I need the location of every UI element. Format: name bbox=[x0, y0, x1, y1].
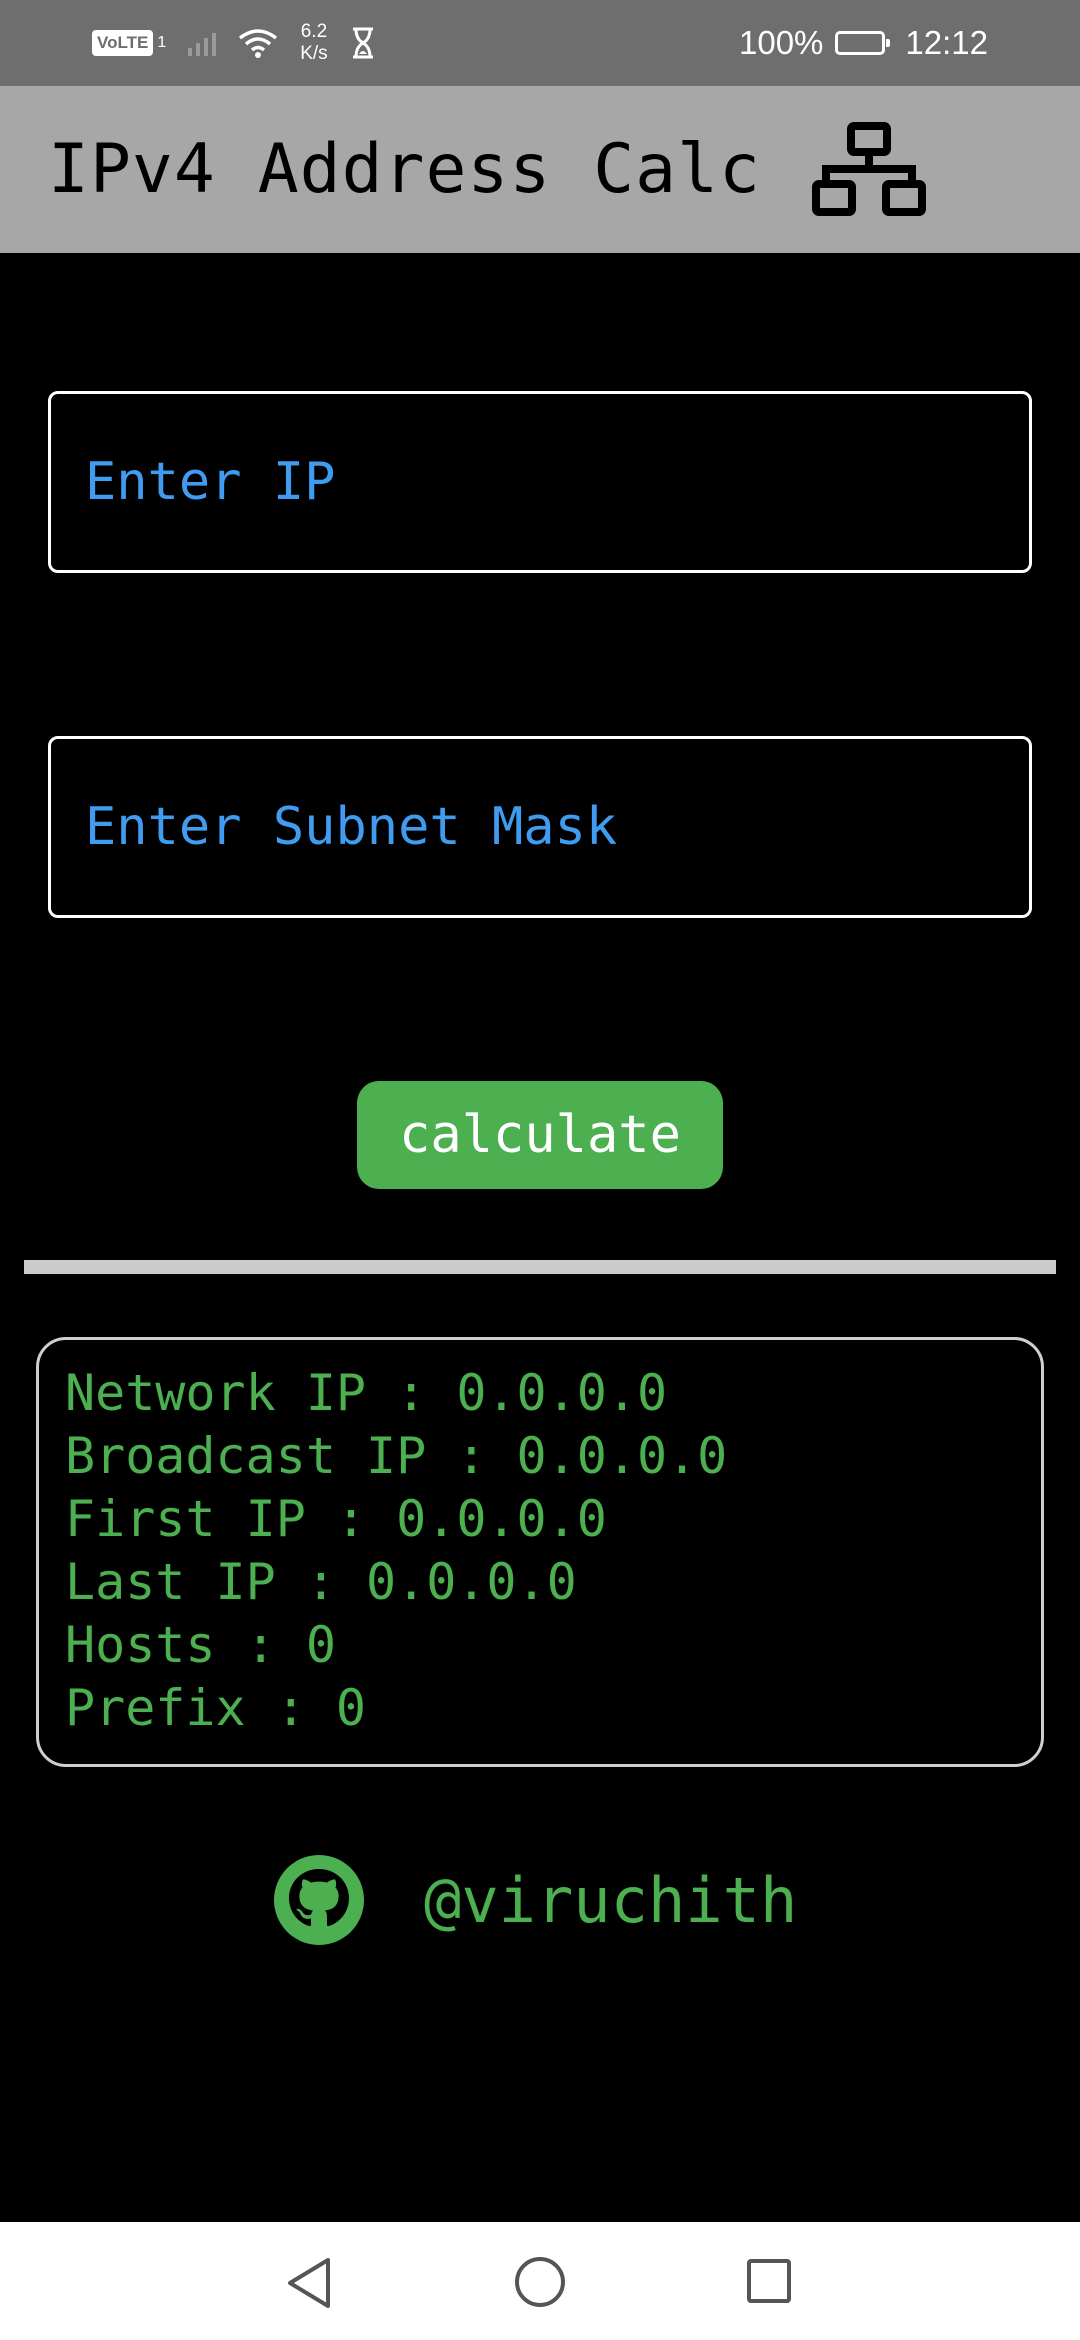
results-panel: Network IP : 0.0.0.0 Broadcast IP : 0.0.… bbox=[36, 1337, 1044, 1767]
hourglass-icon bbox=[352, 27, 373, 59]
status-right: 100% 12:12 bbox=[739, 18, 988, 68]
clock: 12:12 bbox=[905, 24, 988, 61]
app-bar: IPv4 Address Calc bbox=[0, 86, 1080, 253]
navigation-bar bbox=[0, 2222, 1080, 2340]
speed-unit: K/s bbox=[300, 43, 328, 64]
volte-icon: VoLTE bbox=[92, 30, 154, 56]
subnet-mask-input[interactable] bbox=[51, 796, 1029, 858]
first-ip-result: First IP : 0.0.0.0 bbox=[65, 1490, 607, 1548]
hosts-result: Hosts : 0 bbox=[65, 1616, 336, 1674]
battery-icon bbox=[835, 31, 891, 55]
status-bar: VoLTE 1 6.2 K/s 100% 12:12 bbox=[0, 0, 1080, 86]
wifi-icon bbox=[239, 29, 278, 58]
calculate-button[interactable]: calculate bbox=[357, 1081, 723, 1189]
divider bbox=[24, 1260, 1056, 1274]
github-icon bbox=[274, 1855, 364, 1945]
sim-slot-number: 1 bbox=[157, 34, 167, 51]
ip-field[interactable] bbox=[48, 391, 1032, 573]
app-title: IPv4 Address Calc bbox=[48, 130, 761, 209]
back-icon[interactable] bbox=[284, 2256, 334, 2310]
status-left: VoLTE 1 6.2 K/s bbox=[92, 18, 376, 68]
recent-apps-icon[interactable] bbox=[746, 2258, 792, 2304]
subnet-mask-field[interactable] bbox=[48, 736, 1032, 918]
ip-input[interactable] bbox=[51, 451, 1029, 513]
broadcast-ip-result: Broadcast IP : 0.0.0.0 bbox=[65, 1427, 728, 1485]
network-ip-result: Network IP : 0.0.0.0 bbox=[65, 1364, 668, 1422]
home-icon[interactable] bbox=[514, 2256, 566, 2308]
network-icon bbox=[812, 122, 926, 216]
last-ip-result: Last IP : 0.0.0.0 bbox=[65, 1553, 577, 1611]
network-speed: 6.2 K/s bbox=[300, 21, 327, 65]
speed-value: 6.2 bbox=[300, 21, 328, 42]
prefix-result: Prefix : 0 bbox=[65, 1679, 367, 1737]
github-link[interactable]: @viruchith bbox=[274, 1852, 797, 1948]
signal-icon bbox=[188, 30, 217, 56]
github-handle[interactable]: @viruchith bbox=[424, 1864, 797, 1937]
battery-percent: 100% bbox=[739, 24, 824, 61]
